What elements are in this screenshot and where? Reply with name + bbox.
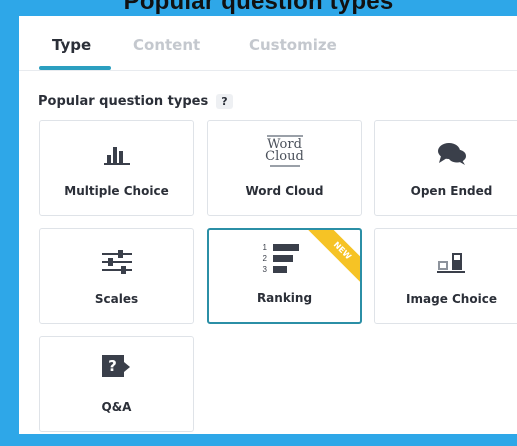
- card-open-ended[interactable]: Open Ended: [374, 120, 517, 216]
- question-type-panel: Type Content Customize Popular question …: [19, 16, 517, 434]
- active-tab-indicator: [39, 66, 111, 70]
- rank-number: 2: [262, 254, 267, 263]
- card-label: Open Ended: [410, 184, 493, 198]
- word-cloud-icon: Word Cloud: [260, 135, 310, 167]
- ranking-icon: 1 2 3: [263, 242, 307, 275]
- help-icon[interactable]: ?: [216, 94, 233, 109]
- card-label: Image Choice: [406, 292, 497, 306]
- question-box-icon: ?: [101, 355, 132, 381]
- card-label: Scales: [94, 292, 139, 306]
- card-scales[interactable]: Scales: [39, 228, 194, 324]
- sliders-icon: [101, 250, 132, 274]
- bar-chart-icon: [103, 147, 130, 165]
- question-box-icon-text: ?: [101, 355, 124, 377]
- card-multiple-choice[interactable]: Multiple Choice: [39, 120, 194, 216]
- card-image-choice[interactable]: Image Choice: [374, 228, 517, 324]
- card-label: Word Cloud: [245, 184, 324, 198]
- tab-customize[interactable]: Customize: [249, 36, 337, 54]
- image-choice-icon: [436, 253, 465, 273]
- tab-bar: Type Content Customize: [19, 16, 517, 71]
- page-heading: Popular question types: [123, 0, 394, 15]
- word-cloud-icon-text: Word Cloud: [265, 137, 304, 164]
- card-qa[interactable]: ? Q&A: [39, 336, 194, 432]
- card-label: Multiple Choice: [64, 184, 169, 198]
- section-title-text: Popular question types: [38, 94, 209, 109]
- card-ranking[interactable]: 1 2 3 NEW Ranking: [207, 228, 362, 324]
- rank-number: 1: [262, 243, 267, 252]
- section-title: Popular question types?: [38, 94, 233, 109]
- card-label: Ranking: [256, 291, 313, 305]
- rank-number: 3: [262, 265, 267, 274]
- card-word-cloud[interactable]: Word Cloud Word Cloud: [207, 120, 362, 216]
- new-badge: NEW: [307, 230, 360, 286]
- tab-type[interactable]: Type: [52, 36, 91, 54]
- speech-bubbles-icon: [437, 143, 466, 165]
- card-label: Q&A: [101, 400, 132, 414]
- tab-content[interactable]: Content: [133, 36, 200, 54]
